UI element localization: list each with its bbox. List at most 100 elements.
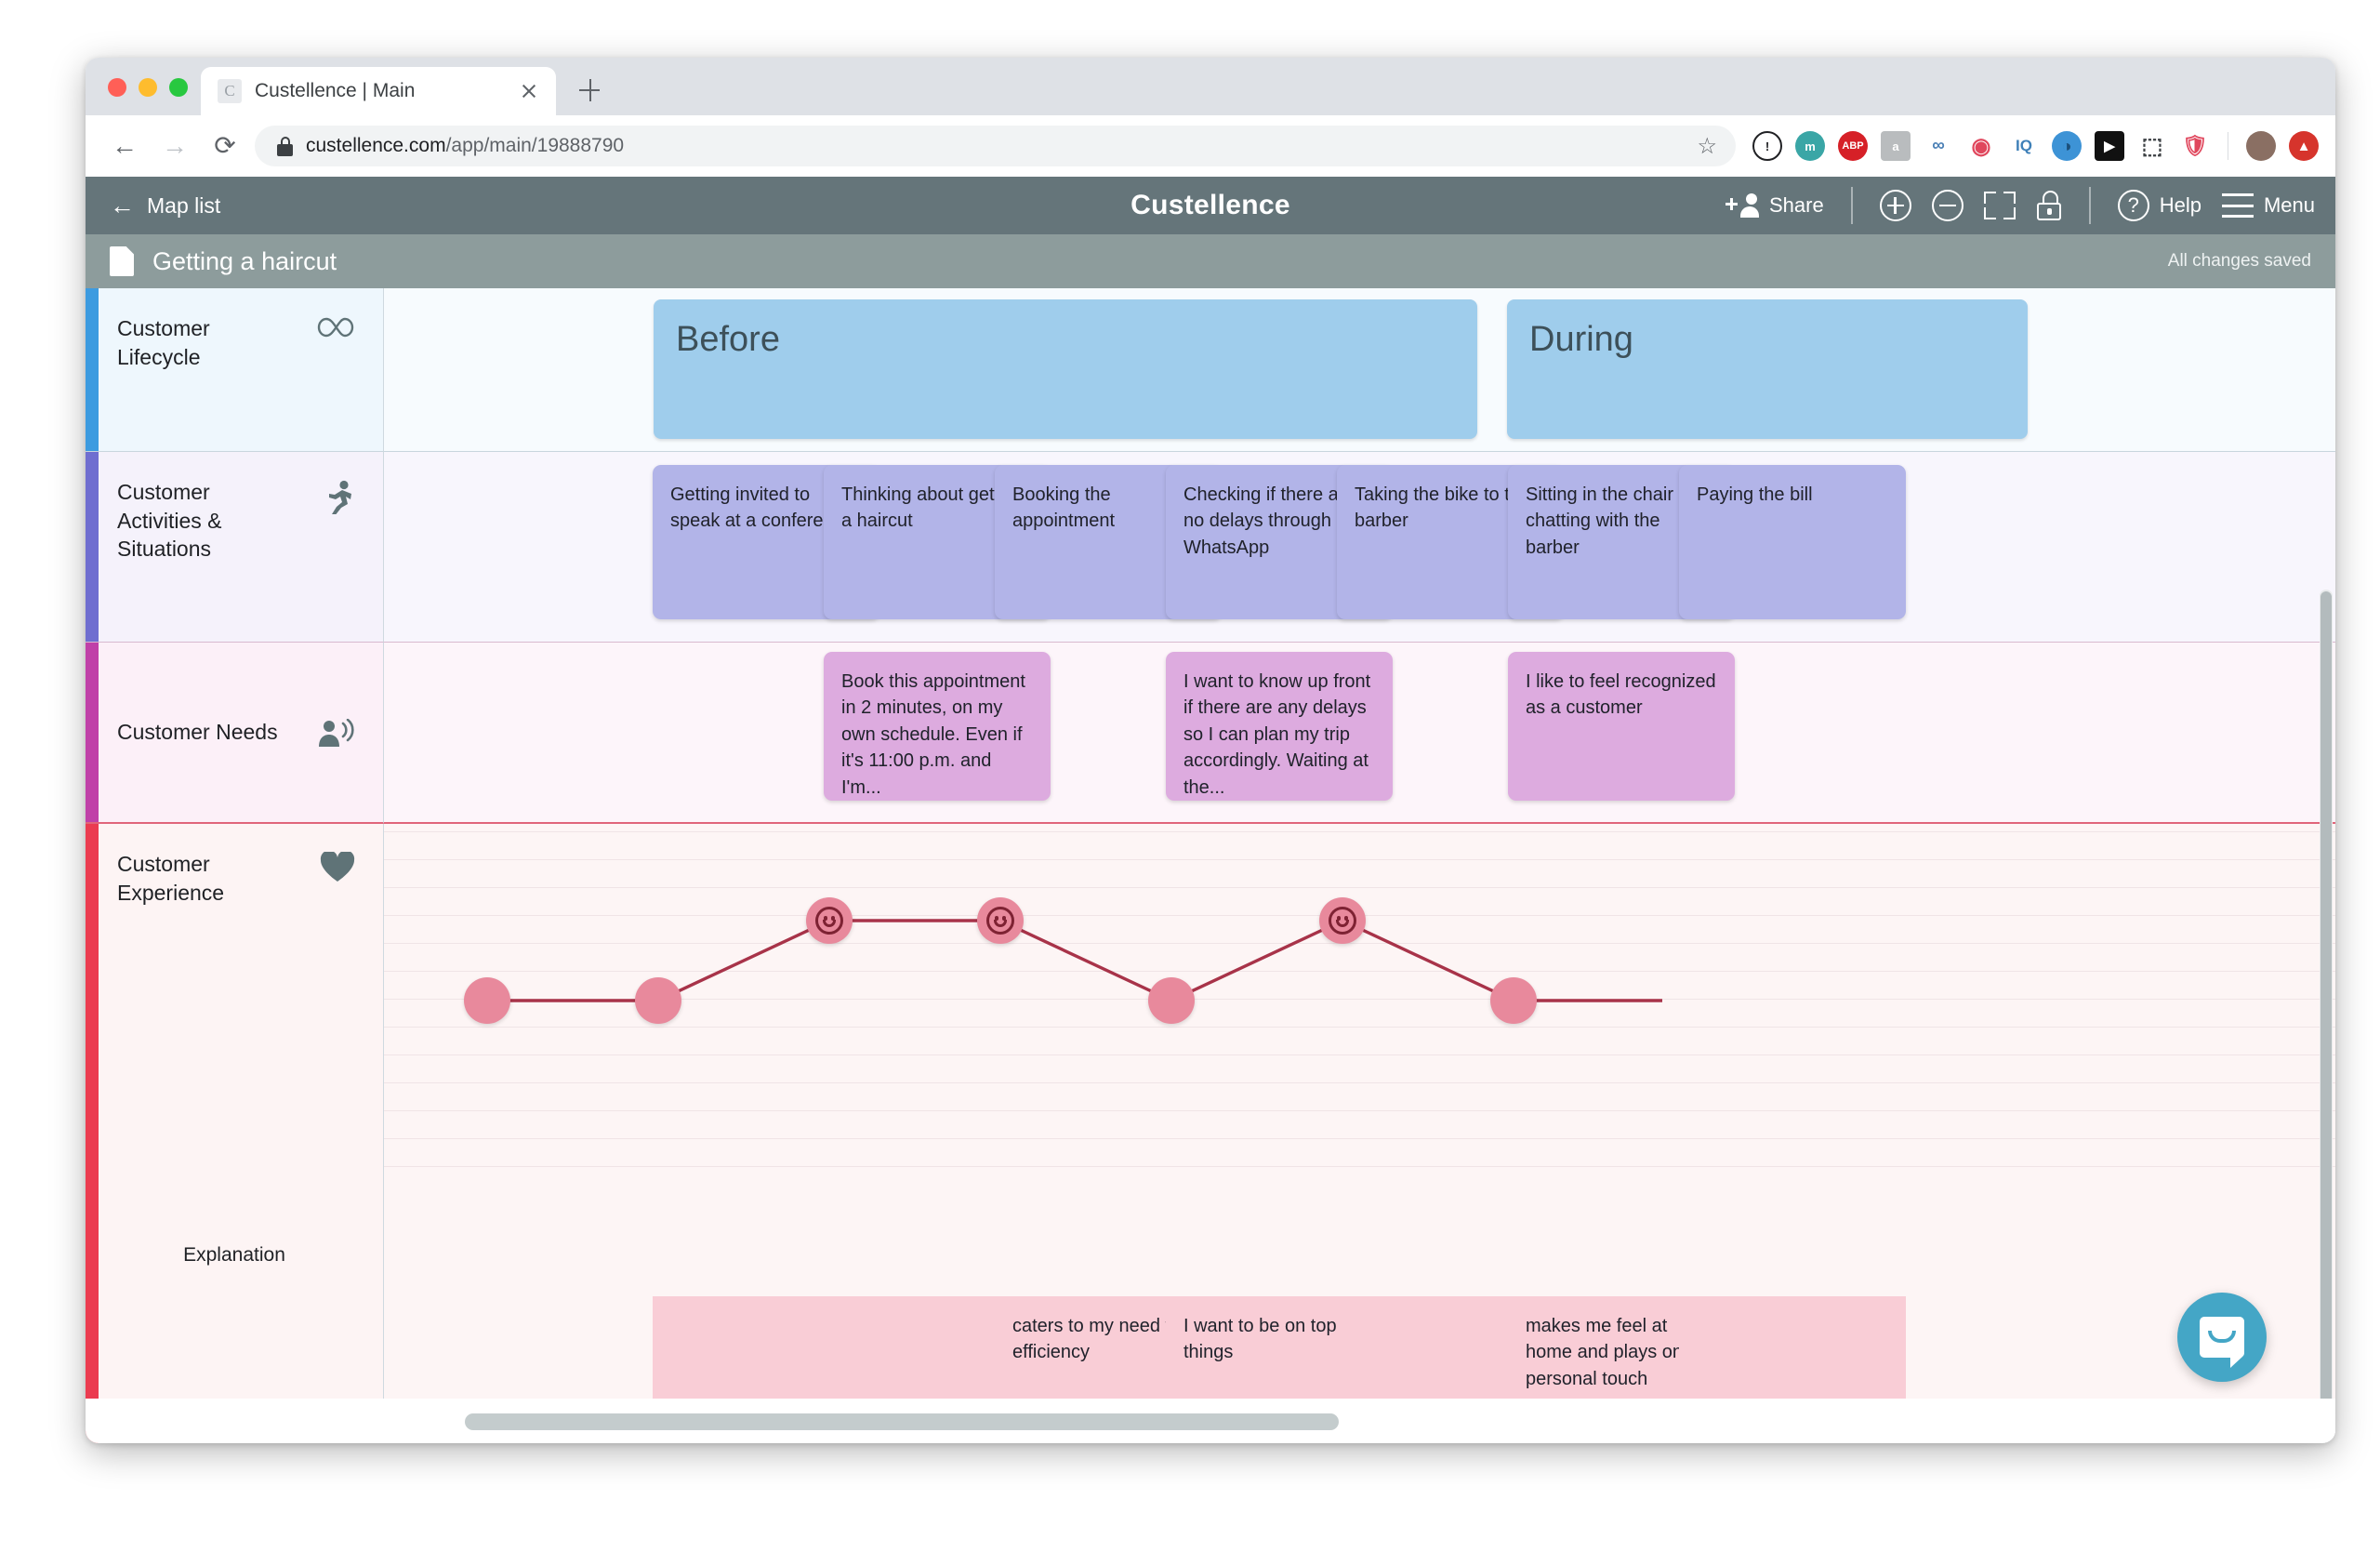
star-icon[interactable]: ☆ (1697, 133, 1717, 160)
need-card[interactable]: I like to feel recognized as a customer (1508, 652, 1735, 801)
hamburger-icon (2221, 193, 2254, 218)
map-title-bar: Getting a haircut All changes saved (86, 234, 2335, 288)
row-label-text: Customer Needs (117, 720, 278, 745)
row-customer-needs: Customer Needs Book this appointment in … (86, 643, 2335, 824)
experience-line (487, 919, 1662, 1002)
smiley-face-icon (986, 907, 1014, 935)
close-window-button[interactable] (108, 78, 126, 97)
menu-button[interactable]: Menu (2221, 193, 2315, 218)
vertical-scrollbar[interactable] (2320, 590, 2333, 1443)
minimize-window-button[interactable] (139, 78, 157, 97)
forward-arrow-icon[interactable]: → (154, 126, 195, 166)
activity-card-label: Booking the appointment (1012, 484, 1116, 532)
row-accent-bar (86, 643, 99, 822)
chat-bubble-shape (2200, 1317, 2244, 1368)
back-arrow-icon[interactable]: ← (104, 126, 145, 166)
close-icon[interactable] (517, 79, 541, 103)
fullscreen-icon[interactable] (1983, 192, 2016, 219)
question-circle-icon: ? (2117, 190, 2149, 221)
row-label-needs[interactable]: Customer Needs (86, 643, 383, 824)
map-list-button[interactable]: ← Map list (110, 191, 220, 219)
zoom-out-icon[interactable] (1931, 190, 1964, 221)
experience-point-neutral[interactable] (464, 977, 510, 1024)
horizontal-scrollbar-track[interactable] (86, 1399, 2335, 1443)
url-domain: custellence.com (306, 135, 446, 156)
padlock-icon[interactable] (2036, 191, 2062, 220)
row-accent-bar (86, 452, 99, 642)
address-bar[interactable]: custellence.com/app/main/19888790 ☆ (255, 126, 1736, 166)
add-person-icon (1725, 192, 1759, 219)
horizontal-scrollbar-thumb[interactable] (465, 1413, 1339, 1430)
intercom-chat-icon[interactable] (2177, 1293, 2267, 1382)
opera-icon[interactable]: ▲ (2289, 131, 2319, 161)
experience-point-happy[interactable] (977, 897, 1024, 944)
lifecycle-phase[interactable]: Before (654, 299, 1477, 439)
url-text: custellence.com/app/main/19888790 (306, 135, 624, 157)
avatar-icon[interactable] (2246, 131, 2276, 161)
info-icon[interactable]: ! (1752, 131, 1782, 161)
play-icon[interactable]: ▶ (2095, 131, 2124, 161)
row-content-activities: Getting invited to speak at a conference… (383, 452, 2335, 643)
extension-bar: ! m ABP a ∞ ◉ IQ ◑ ▶ ⬚ 🛡 ▲ (1745, 131, 2319, 161)
infinity-icon (317, 317, 354, 338)
new-tab-button[interactable] (571, 72, 608, 109)
grammarly-icon[interactable]: m (1795, 131, 1825, 161)
save-status: All changes saved (2167, 251, 2311, 271)
need-card[interactable]: Book this appointment in 2 minutes, on m… (824, 652, 1051, 801)
browser-tab[interactable]: C Custellence | Main (201, 67, 556, 115)
link-icon[interactable]: ∞ (1924, 131, 1953, 161)
explanation-card-label: I want to be on top of things (1183, 1316, 1357, 1363)
reload-icon[interactable]: ⟳ (205, 126, 245, 166)
lifecycle-phase[interactable]: During (1507, 299, 2028, 439)
need-card-label: I like to feel recognized as a customer (1526, 671, 1716, 719)
experience-point-neutral[interactable] (635, 977, 681, 1024)
row-customer-lifecycle: Customer Lifecycle Before During (86, 288, 2335, 452)
app-header: ← Map list Custellence Share ? Help Menu (86, 177, 2335, 234)
row-accent-bar (86, 288, 99, 451)
menu-label: Menu (2263, 193, 2315, 217)
experience-point-happy[interactable] (1319, 897, 1366, 944)
browser-window: C Custellence | Main ← → ⟳ custellence.c… (86, 58, 2335, 1443)
note-icon[interactable]: a (1881, 131, 1911, 161)
heart-icon (320, 852, 355, 882)
screenshot-icon[interactable]: ⬚ (2137, 131, 2167, 161)
help-label: Help (2159, 193, 2202, 217)
activity-card[interactable]: Paying the bill (1679, 465, 1906, 619)
row-label-lifecycle[interactable]: Customer Lifecycle (86, 288, 383, 452)
page-title[interactable]: Getting a haircut (152, 247, 337, 276)
activity-card-label: Paying the bill (1697, 484, 1813, 505)
row-label-experience[interactable]: Customer Experience Explanation (86, 824, 383, 1443)
experience-point-happy[interactable] (806, 897, 853, 944)
spiral-icon[interactable]: ◉ (1966, 131, 1996, 161)
vertical-scrollbar-thumb[interactable] (2320, 591, 2332, 1443)
experience-point-neutral[interactable] (1148, 977, 1195, 1024)
moon-icon[interactable]: ◑ (2052, 131, 2082, 161)
explanation-card-label: caters to my need for efficiency (1012, 1316, 1187, 1363)
help-button[interactable]: ? Help (2117, 190, 2202, 221)
back-arrow-icon: ← (110, 191, 135, 219)
experience-point-neutral[interactable] (1490, 977, 1537, 1024)
lifecycle-phase-label: Before (676, 320, 780, 359)
need-card[interactable]: I want to know up front if there are any… (1166, 652, 1393, 801)
explanation-sub-label: Explanation (183, 1244, 285, 1266)
header-divider (2088, 187, 2091, 224)
journey-map: Customer Lifecycle Before During Customer A… (86, 288, 2335, 1443)
smiley-face-icon (1329, 907, 1356, 935)
url-path: /app/main/19888790 (445, 135, 625, 156)
zoom-in-icon[interactable] (1879, 190, 1911, 221)
iq-icon[interactable]: IQ (2009, 131, 2039, 161)
share-button[interactable]: Share (1725, 192, 1824, 219)
header-divider (1850, 187, 1853, 224)
shield-icon[interactable]: 🛡 (2180, 131, 2210, 161)
row-label-text: Customer Experience (117, 852, 225, 905)
share-label: Share (1768, 193, 1824, 217)
row-accent-bar (86, 824, 99, 1443)
adblock-plus-icon[interactable]: ABP (1838, 131, 1868, 161)
window-controls (102, 78, 201, 115)
row-label-activities[interactable]: Customer Activities & Situations (86, 452, 383, 643)
row-label-text: Customer Lifecycle (117, 316, 210, 369)
activity-card-label: Taking the bike to the barber (1355, 484, 1531, 532)
maximize-window-button[interactable] (169, 78, 188, 97)
row-customer-activities: Customer Activities & Situations Getting i… (86, 452, 2335, 643)
activity-card-label: Checking if there are no delays through … (1183, 484, 1355, 558)
